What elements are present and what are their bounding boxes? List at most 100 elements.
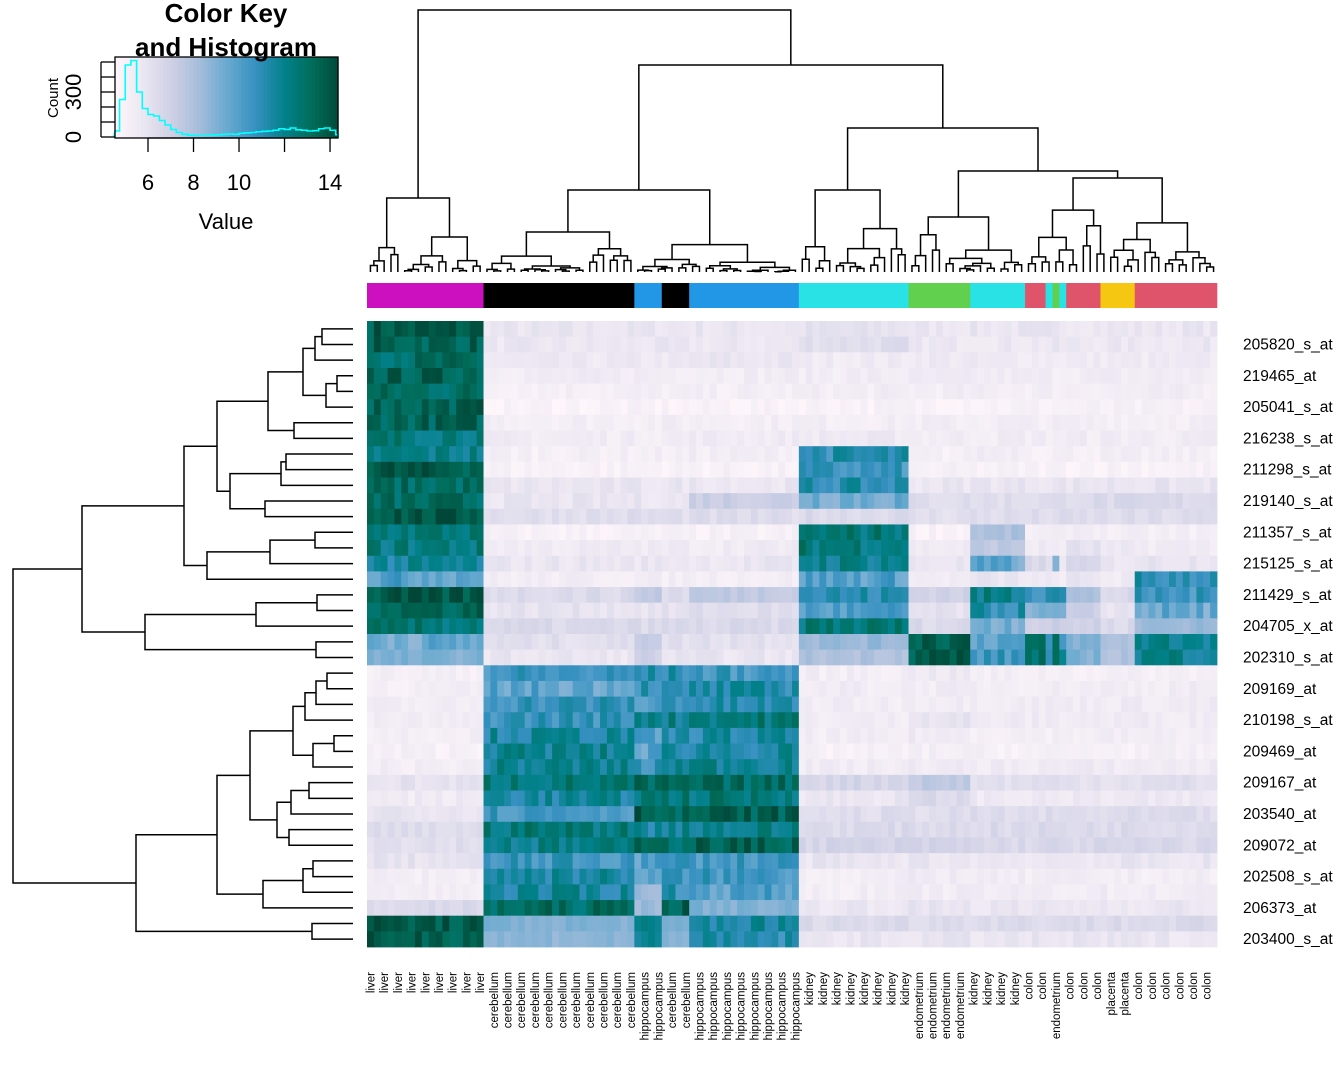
heatmap-cell xyxy=(990,649,999,666)
heatmap-cell xyxy=(558,508,567,525)
heatmap-cell xyxy=(696,524,704,541)
heatmap-cell xyxy=(860,430,868,447)
heatmap-cell xyxy=(504,900,512,917)
heatmap-cell xyxy=(1045,352,1053,369)
heatmap-cell xyxy=(565,837,574,854)
heatmap-cell xyxy=(963,884,971,901)
color-key-swatch xyxy=(271,57,276,138)
heatmap-cell xyxy=(1210,352,1218,369)
heatmap-cell xyxy=(606,540,615,557)
color-key-swatch xyxy=(278,57,283,138)
heatmap-cell xyxy=(620,868,628,885)
heatmap-cell xyxy=(490,853,498,870)
heatmap-cell xyxy=(689,774,697,791)
heatmap-cell xyxy=(483,587,491,604)
color-key-swatch xyxy=(207,57,213,138)
heatmap-cell xyxy=(648,493,656,510)
heatmap-cell xyxy=(970,430,978,447)
heatmap-cell xyxy=(634,555,642,572)
heatmap-cell xyxy=(600,900,608,917)
heatmap-cell xyxy=(1073,634,1081,651)
dendrogram-branch xyxy=(280,461,353,487)
heatmap-cell xyxy=(723,853,731,870)
heatmap-cell xyxy=(428,321,436,338)
heatmap-cell xyxy=(990,540,999,557)
heatmap-cell xyxy=(757,399,765,416)
heatmap-cell xyxy=(408,321,416,338)
heatmap-cell xyxy=(1210,587,1218,604)
heatmap-cell xyxy=(545,571,553,588)
heatmap-cell xyxy=(558,587,567,604)
heatmap-cell xyxy=(723,665,731,682)
heatmap-cell xyxy=(1162,336,1170,353)
heatmap-cell xyxy=(613,743,622,760)
heatmap-cell xyxy=(1182,367,1190,384)
heatmap-cell xyxy=(1210,508,1218,525)
heatmap-cell xyxy=(942,634,951,651)
heatmap-cell xyxy=(572,853,580,870)
heatmap-cell xyxy=(387,759,395,776)
heatmap-cell xyxy=(785,587,793,604)
heatmap-cell xyxy=(860,680,868,697)
heatmap-cell xyxy=(819,493,827,510)
heatmap-cell xyxy=(668,430,676,447)
heatmap-cell xyxy=(757,493,765,510)
heatmap-cell xyxy=(428,712,436,729)
heatmap-cell xyxy=(1127,508,1136,525)
heatmap-cell xyxy=(1127,774,1136,791)
heatmap-cell xyxy=(408,540,416,557)
heatmap-cell xyxy=(1175,414,1184,431)
color-key-swatch xyxy=(181,57,187,138)
heatmap-cell xyxy=(1127,743,1136,760)
heatmap-cell xyxy=(935,540,944,557)
heatmap-cell xyxy=(504,759,512,776)
heatmap-cell xyxy=(716,634,724,651)
heatmap-cell xyxy=(963,587,971,604)
heatmap-cell xyxy=(1011,680,1019,697)
heatmap-cell xyxy=(373,618,382,635)
heatmap-cell xyxy=(798,743,807,760)
heatmap-cell xyxy=(1182,900,1190,917)
heatmap-cell xyxy=(648,884,656,901)
heatmap-cell xyxy=(586,696,594,713)
heatmap-cell xyxy=(826,352,834,369)
heatmap-cell xyxy=(504,446,512,463)
heatmap-cell xyxy=(1086,367,1095,384)
heatmap-cell xyxy=(1210,321,1218,338)
heatmap-cell xyxy=(744,837,752,854)
heatmap-cell xyxy=(1162,383,1170,400)
heatmap-cell xyxy=(469,555,478,572)
heatmap-cell xyxy=(990,461,999,478)
heatmap-cell xyxy=(1079,634,1088,651)
heatmap-cell xyxy=(860,336,868,353)
heatmap-cell xyxy=(613,414,622,431)
heatmap-cell xyxy=(894,774,903,791)
heatmap-cell xyxy=(846,649,855,666)
heatmap-cell xyxy=(380,383,388,400)
heatmap-cell xyxy=(504,712,512,729)
heatmap-cell xyxy=(908,743,916,760)
heatmap-cell xyxy=(778,336,786,353)
heatmap-cell xyxy=(1018,634,1026,651)
heatmap-cell xyxy=(785,774,793,791)
heatmap-cell xyxy=(648,367,656,384)
heatmap-cell xyxy=(593,587,601,604)
dendrogram-branch xyxy=(336,375,353,393)
heatmap-cell xyxy=(744,336,752,353)
heatmap-cell xyxy=(661,634,670,651)
heatmap-cell xyxy=(1059,367,1067,384)
heatmap-cell xyxy=(1210,555,1218,572)
heatmap-cell xyxy=(1134,477,1142,494)
heatmap-cell xyxy=(853,352,861,369)
heatmap-cell xyxy=(634,461,642,478)
heatmap-cell xyxy=(593,853,601,870)
heatmap-cell xyxy=(798,367,807,384)
heatmap-cell xyxy=(593,508,601,525)
heatmap-cell xyxy=(1134,321,1142,338)
heatmap-cell xyxy=(805,759,813,776)
heatmap-cell xyxy=(922,712,930,729)
heatmap-cell xyxy=(1203,587,1211,604)
heatmap-cell xyxy=(915,430,923,447)
heatmap-cell xyxy=(373,774,382,791)
heatmap-cell xyxy=(1127,493,1136,510)
